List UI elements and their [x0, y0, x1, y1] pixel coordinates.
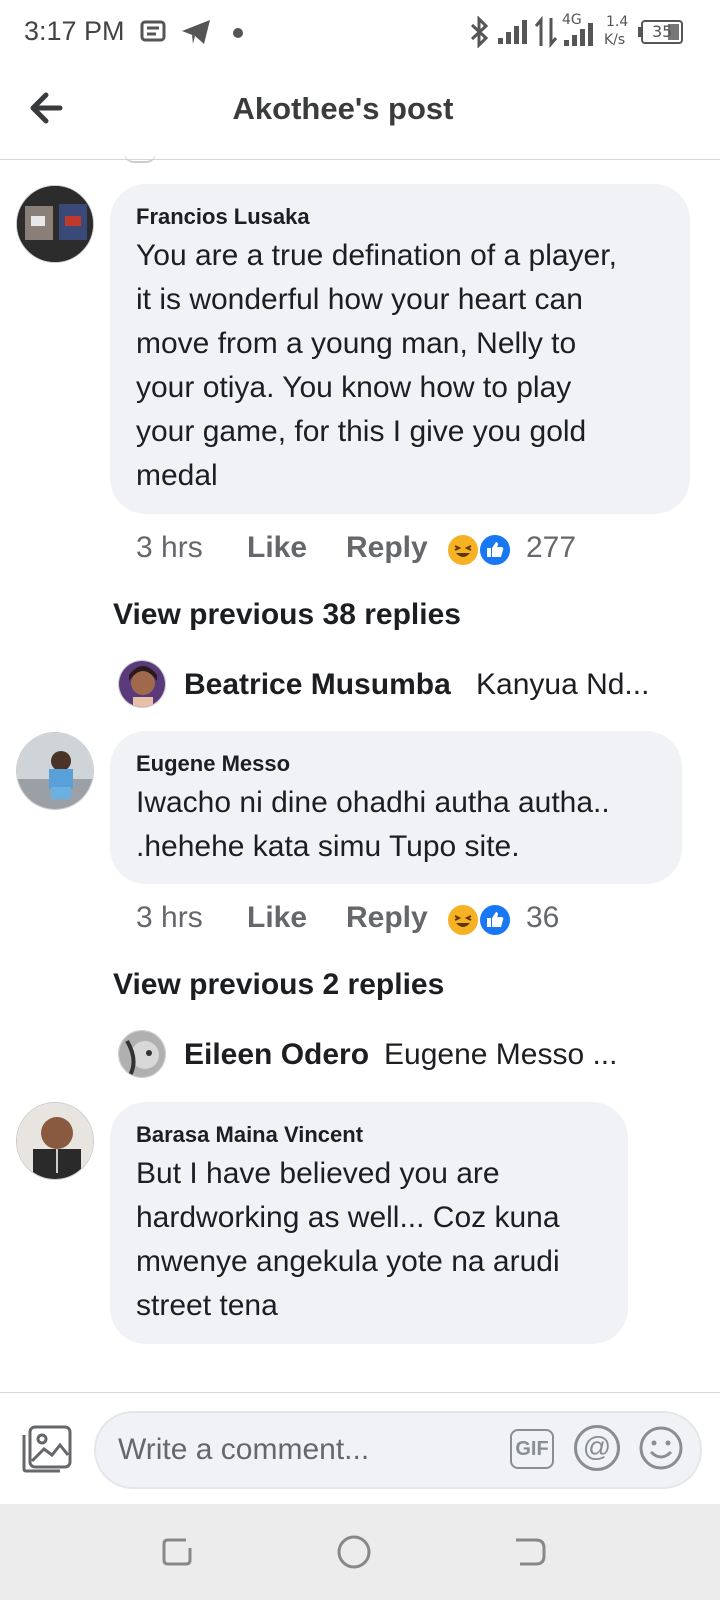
- status-bar: 3:17 PM 4G 1.4 K/s 35: [0, 0, 720, 64]
- reactions[interactable]: 36: [446, 901, 586, 941]
- comment-author[interactable]: Eugene Messo: [136, 751, 290, 777]
- reply-author[interactable]: Eileen Odero: [184, 1038, 369, 1072]
- view-previous-replies[interactable]: View previous 38 replies: [113, 598, 461, 632]
- net-speed-unit: K/s: [604, 32, 626, 48]
- comment-time: 3 hrs: [136, 901, 203, 934]
- laugh-reaction-icon: [446, 903, 480, 937]
- header: Akothee's post: [0, 64, 720, 160]
- telegram-icon: [180, 18, 212, 51]
- signal-icon-2: [562, 22, 596, 53]
- photo-button[interactable]: [20, 1423, 74, 1475]
- like-reaction-icon: [478, 533, 512, 567]
- avatar[interactable]: [16, 732, 94, 810]
- back-nav-button[interactable]: [510, 1532, 550, 1572]
- like-reaction-icon: [478, 903, 512, 937]
- avatar[interactable]: [16, 1102, 94, 1180]
- system-nav-bar: [0, 1504, 720, 1600]
- view-previous-replies[interactable]: View previous 2 replies: [113, 968, 444, 1002]
- reaction-count: 36: [526, 901, 560, 934]
- net-speed-value: 1.4: [606, 14, 629, 30]
- like-button[interactable]: Like: [247, 901, 307, 935]
- reactions[interactable]: 277: [446, 531, 586, 571]
- reply-author[interactable]: Beatrice Musumba: [184, 668, 451, 702]
- smile-icon: [639, 1426, 683, 1470]
- laugh-reaction-icon: [446, 533, 480, 567]
- recents-button[interactable]: [158, 1532, 198, 1572]
- comment-bubble[interactable]: Barasa Maina Vincent But I have believed…: [110, 1102, 628, 1344]
- comment-author[interactable]: Francios Lusaka: [136, 204, 310, 230]
- comment-bubble[interactable]: Eugene Messo Iwacho ni dine ohadhi autha…: [110, 731, 682, 884]
- back-nav-icon: [516, 1538, 546, 1566]
- gif-button[interactable]: GIF: [510, 1429, 554, 1469]
- comment-text: Iwacho ni dine ohadhi autha autha.. .heh…: [136, 786, 610, 863]
- mention-button[interactable]: @: [574, 1425, 620, 1471]
- home-icon: [337, 1535, 371, 1569]
- emoji-button[interactable]: [638, 1425, 684, 1471]
- reply-preview[interactable]: Beatrice Musumba Kanyua Nd...: [118, 660, 678, 710]
- avatar[interactable]: [16, 185, 94, 263]
- reply-button[interactable]: Reply: [346, 531, 428, 565]
- avatar: [118, 1030, 166, 1078]
- reply-preview[interactable]: Eileen Odero Eugene Messo ...: [118, 1030, 678, 1080]
- comment-bubble[interactable]: Francios Lusaka You are a true definatio…: [110, 184, 690, 514]
- battery-level: 35: [652, 22, 673, 41]
- reply-snippet: Kanyua Nd...: [476, 668, 650, 701]
- comment-time: 3 hrs: [136, 531, 203, 564]
- comment-text: But I have believed you are hardworking …: [136, 1157, 560, 1322]
- photo-icon: [22, 1425, 72, 1473]
- comment-author[interactable]: Barasa Maina Vincent: [136, 1122, 363, 1148]
- home-button[interactable]: [334, 1532, 374, 1572]
- like-button[interactable]: Like: [247, 531, 307, 565]
- page-title: Akothee's post: [232, 91, 454, 126]
- comment-placeholder: Write a comment...: [118, 1433, 370, 1466]
- message-icon: [140, 20, 166, 47]
- signal-icon-1: [496, 18, 530, 51]
- status-time: 3:17 PM: [24, 16, 125, 46]
- comment-text: You are a true defination of a player, i…: [136, 239, 617, 492]
- avatar: [118, 660, 166, 708]
- avatar-partial: [124, 153, 156, 163]
- reply-button[interactable]: Reply: [346, 901, 428, 935]
- reaction-count: 277: [526, 531, 577, 564]
- reply-snippet: Eugene Messo ...: [384, 1038, 618, 1071]
- bluetooth-icon: [468, 15, 490, 53]
- comment-composer: Write a comment... GIF @: [0, 1392, 720, 1504]
- dot-icon: [232, 26, 244, 44]
- recents-icon: [162, 1538, 192, 1566]
- data-transfer-icon: [534, 15, 558, 53]
- comment-input[interactable]: Write a comment... GIF @: [94, 1411, 702, 1489]
